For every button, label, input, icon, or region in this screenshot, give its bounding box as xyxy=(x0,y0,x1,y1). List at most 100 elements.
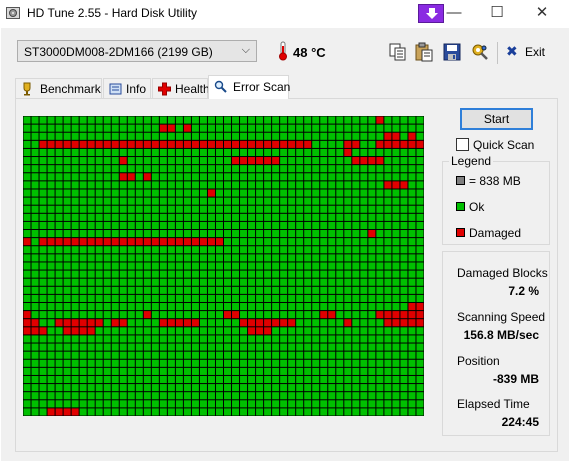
ok-block xyxy=(183,408,191,416)
ok-block xyxy=(143,165,151,173)
ok-block xyxy=(336,230,344,238)
maximize-button[interactable]: ☐ xyxy=(478,0,516,28)
ok-block xyxy=(248,270,256,278)
ok-block xyxy=(111,286,119,294)
tab-info[interactable]: Info xyxy=(103,78,151,98)
ok-block xyxy=(55,189,63,197)
ok-block xyxy=(296,392,304,400)
ok-block xyxy=(63,116,71,124)
ok-block xyxy=(248,197,256,205)
ok-block xyxy=(95,343,103,351)
ok-block xyxy=(400,400,408,408)
ok-block xyxy=(288,375,296,384)
damaged-block xyxy=(376,116,384,124)
ok-block xyxy=(320,286,328,294)
ok-block xyxy=(199,302,207,311)
exit-button[interactable]: ✖ Exit xyxy=(506,43,546,61)
ok-block xyxy=(183,116,191,124)
ok-block xyxy=(288,392,296,400)
ok-block xyxy=(400,408,408,416)
ok-block xyxy=(272,270,280,278)
ok-block xyxy=(111,335,119,343)
ok-block xyxy=(103,262,111,270)
ok-block xyxy=(408,384,416,392)
ok-block xyxy=(95,254,103,262)
ok-block xyxy=(143,116,151,124)
ok-block xyxy=(23,286,31,294)
ok-block xyxy=(304,173,312,181)
ok-block xyxy=(95,213,103,221)
clipboard-icon[interactable] xyxy=(414,42,434,62)
damaged-block xyxy=(159,238,167,246)
tab-health[interactable]: Health xyxy=(152,78,210,98)
ok-block xyxy=(159,351,167,359)
ok-block xyxy=(264,262,272,270)
ok-block xyxy=(119,359,127,367)
damaged-block xyxy=(119,157,127,165)
ok-block xyxy=(224,221,232,230)
ok-block xyxy=(304,181,312,189)
damaged-block xyxy=(280,319,288,327)
ok-block xyxy=(408,230,416,238)
ok-block xyxy=(352,400,360,408)
copy-icon[interactable] xyxy=(388,42,408,62)
close-button[interactable]: ✕ xyxy=(523,0,561,28)
ok-block xyxy=(360,230,368,238)
tab-benchmark[interactable]: Benchmark xyxy=(15,78,102,98)
ok-block xyxy=(87,173,95,181)
ok-block xyxy=(344,351,352,359)
ok-block xyxy=(87,408,95,416)
ok-block xyxy=(280,384,288,392)
ok-block xyxy=(71,181,79,189)
ok-block xyxy=(320,294,328,302)
ok-block xyxy=(199,343,207,351)
ok-block xyxy=(55,392,63,400)
ok-block xyxy=(288,124,296,132)
ok-block xyxy=(215,384,223,392)
ok-block xyxy=(191,286,199,294)
tools-icon[interactable] xyxy=(470,42,490,62)
ok-block xyxy=(47,302,55,311)
ok-block xyxy=(336,148,344,157)
ok-block xyxy=(360,367,368,375)
ok-block xyxy=(224,384,232,392)
damaged-block xyxy=(207,189,215,197)
ok-block xyxy=(47,384,55,392)
ok-block xyxy=(264,335,272,343)
ok-block xyxy=(280,230,288,238)
quick-scan-checkbox[interactable] xyxy=(456,138,469,151)
tab-error-scan[interactable]: Error Scan xyxy=(208,75,290,99)
ok-block xyxy=(368,205,376,213)
ok-block xyxy=(199,132,207,140)
ok-block xyxy=(288,359,296,367)
ok-block xyxy=(183,173,191,181)
ok-block xyxy=(336,270,344,278)
minimize-button[interactable]: — xyxy=(435,0,473,28)
ok-block xyxy=(39,311,47,319)
ok-block xyxy=(408,343,416,351)
ok-block xyxy=(183,375,191,384)
ok-block xyxy=(264,400,272,408)
ok-block xyxy=(312,148,320,157)
ok-block xyxy=(143,294,151,302)
ok-block xyxy=(280,375,288,384)
ok-block xyxy=(344,408,352,416)
damaged-block xyxy=(119,319,127,327)
start-button[interactable]: Start xyxy=(460,108,533,130)
ok-block xyxy=(408,359,416,367)
ok-block xyxy=(296,205,304,213)
ok-block xyxy=(336,213,344,221)
save-icon[interactable] xyxy=(442,42,462,62)
ok-block xyxy=(127,205,135,213)
ok-block xyxy=(248,189,256,197)
drive-dropdown[interactable]: ST3000DM008-2DM166 (2199 GB) ⌵ xyxy=(17,40,257,62)
chevron-down-icon[interactable]: ⌵ xyxy=(242,44,250,57)
ok-block xyxy=(23,189,31,197)
ok-block xyxy=(288,132,296,140)
ok-block xyxy=(408,205,416,213)
ok-block xyxy=(312,375,320,384)
ok-block xyxy=(39,116,47,124)
damaged-block xyxy=(392,181,400,189)
ok-block xyxy=(183,205,191,213)
ok-block xyxy=(352,311,360,319)
